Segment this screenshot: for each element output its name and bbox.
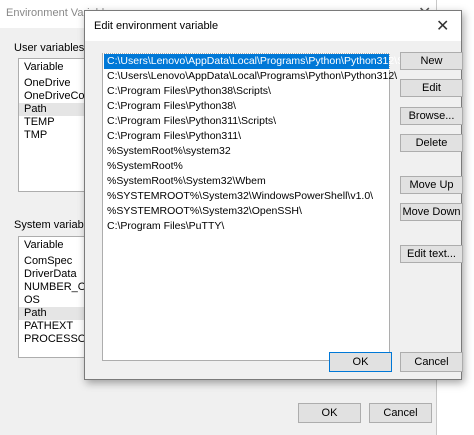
list-item[interactable]: OneDriveConsu [19,90,89,103]
list-item[interactable]: Path [19,103,89,116]
dialog-title: Edit environment variable [94,20,219,32]
bg-ok-button[interactable]: OK [298,403,361,423]
path-list-item[interactable]: %SYSTEMROOT%\System32\WindowsPowerShell\… [104,189,389,204]
move-down-button[interactable]: Move Down [400,203,463,221]
path-list-item[interactable]: C:\Users\Lenovo\AppData\Local\Programs\P… [103,53,432,70]
browse-button[interactable]: Browse... [400,107,463,125]
delete-button[interactable]: Delete [400,134,463,152]
path-list-item[interactable]: %SystemRoot%\System32\Wbem [104,174,389,189]
path-list-item[interactable]: %SystemRoot%\system32 [104,144,389,159]
cancel-button[interactable]: Cancel [400,352,463,372]
edit-environment-variable-dialog: Edit environment variable ✕ C:\Users\Len… [84,10,463,380]
path-list-item[interactable]: C:\Program Files\Python38\ [104,99,389,114]
system-variables-list[interactable]: Variable ComSpec DriverData NUMBER_OF_PR… [18,236,90,358]
list-item[interactable]: PATHEXT [19,320,89,333]
path-list-item[interactable]: C:\Program Files\Python38\Scripts\ [104,84,389,99]
path-list-item[interactable]: C:\Users\Lenovo\AppData\Local\Programs\P… [104,69,397,84]
path-entries-list[interactable]: C:\Users\Lenovo\AppData\Local\Programs\P… [102,53,432,361]
bg-cancel-button[interactable]: Cancel [369,403,432,423]
new-button[interactable]: New [400,52,463,70]
list-item[interactable]: PROCESSOR_AR [19,333,89,346]
edit-button[interactable]: Edit [400,79,463,97]
path-list-item[interactable]: %SYSTEMROOT%\System32\OpenSSH\ [104,204,389,219]
list-item[interactable]: NUMBER_OF_PR [19,281,89,294]
dialog-titlebar: Edit environment variable ✕ [85,11,461,41]
ok-button[interactable]: OK [329,352,392,372]
list-item[interactable]: OneDrive [19,77,89,90]
path-list-item[interactable]: %SystemRoot% [104,159,389,174]
move-up-button[interactable]: Move Up [400,176,463,194]
list-item[interactable]: OS [19,294,89,307]
system-vars-header[interactable]: Variable [19,237,89,253]
path-list-item[interactable]: C:\Program Files\Python311\ [104,129,389,144]
list-item[interactable]: ComSpec [19,255,89,268]
list-item[interactable]: TEMP [19,116,89,129]
path-list-item[interactable]: C:\Program Files\Python311\Scripts\ [104,114,389,129]
edit-text-button[interactable]: Edit text... [400,245,463,263]
path-list-item[interactable]: C:\Program Files\PuTTY\ [104,219,389,234]
list-item[interactable]: DriverData [19,268,89,281]
list-item[interactable]: Path [19,307,89,320]
user-vars-header[interactable]: Variable [19,59,89,75]
close-icon[interactable]: ✕ [436,16,449,36]
list-item[interactable]: TMP [19,129,89,142]
user-variables-list[interactable]: Variable OneDrive OneDriveConsu Path TEM… [18,58,90,192]
